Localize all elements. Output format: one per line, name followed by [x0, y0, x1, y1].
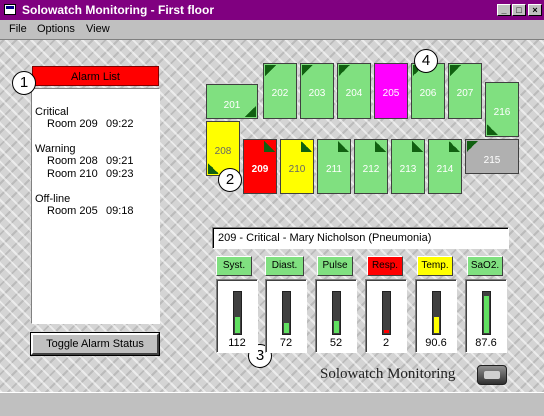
- room-corner-icon: [264, 141, 275, 152]
- room-corner-icon: [339, 65, 350, 76]
- room-213[interactable]: 213: [391, 139, 425, 194]
- room-corner-icon: [302, 65, 313, 76]
- alarm-entry-time: 09:21: [106, 155, 134, 167]
- room-207[interactable]: 207: [448, 63, 482, 119]
- callout-4: 4: [414, 49, 438, 73]
- room-corner-icon: [375, 141, 386, 152]
- room-corner-icon: [208, 163, 219, 174]
- alarm-group-warning: Warning: [35, 143, 76, 155]
- gauge-bar: [282, 291, 291, 335]
- menu-file[interactable]: File: [9, 23, 27, 35]
- vital-label-diast: Diast.: [265, 256, 304, 276]
- room-210[interactable]: 210: [280, 139, 314, 194]
- vital-value-diast: 72: [279, 337, 293, 349]
- room-corner-icon: [467, 141, 478, 152]
- room-215[interactable]: 215: [465, 139, 519, 174]
- vital-label-resp: Resp.: [367, 256, 403, 276]
- menu-view[interactable]: View: [86, 23, 110, 35]
- alarm-entry-room[interactable]: Room 208: [47, 155, 98, 167]
- app-window-icon: [4, 4, 16, 15]
- vital-value-temp: 90.6: [425, 337, 447, 349]
- vital-gauge-diast: 72: [265, 279, 307, 353]
- callout-2: 2: [218, 168, 242, 192]
- alarm-entry-room[interactable]: Room 205: [47, 205, 98, 217]
- vital-value-resp: 2: [382, 337, 390, 349]
- gauge-bar: [233, 291, 242, 335]
- gauge-fill: [484, 296, 489, 333]
- room-corner-icon: [301, 141, 312, 152]
- menu-options[interactable]: Options: [37, 23, 75, 35]
- close-button[interactable]: ×: [528, 4, 542, 16]
- room-corner-icon: [338, 141, 349, 152]
- room-205[interactable]: 205: [374, 63, 408, 119]
- vital-label-syst: Syst.: [216, 256, 252, 276]
- room-corner-icon: [245, 106, 256, 117]
- vital-gauge-pulse: 52: [315, 279, 357, 353]
- monitor-logo-icon: [477, 365, 507, 385]
- vital-gauge-resp: 2: [365, 279, 407, 353]
- room-208[interactable]: 208: [206, 121, 240, 176]
- title-bar: Solowatch Monitoring - First floor _ □ ×: [0, 0, 544, 20]
- alarm-entry-time: 09:23: [106, 168, 134, 180]
- gauge-fill: [284, 323, 289, 333]
- room-corner-icon: [450, 65, 461, 76]
- room-209[interactable]: 209: [243, 139, 277, 194]
- vital-value-syst: 112: [228, 337, 246, 349]
- gauge-fill: [334, 321, 339, 333]
- vital-gauge-syst: 112: [216, 279, 258, 353]
- room-211[interactable]: 211: [317, 139, 351, 194]
- minimize-button[interactable]: _: [497, 4, 511, 16]
- room-203[interactable]: 203: [300, 63, 334, 119]
- room-corner-icon: [487, 124, 498, 135]
- alarm-entry-time: 09:22: [106, 118, 134, 130]
- vital-gauge-sao2: 87.6: [465, 279, 507, 353]
- alarm-entry-room[interactable]: Room 210: [47, 168, 98, 180]
- maximize-button[interactable]: □: [512, 4, 526, 16]
- room-216[interactable]: 216: [485, 82, 519, 137]
- callout-1: 1: [12, 71, 36, 95]
- vital-label-pulse: Pulse: [317, 256, 353, 276]
- alarm-entry-room[interactable]: Room 209: [47, 118, 98, 130]
- room-201[interactable]: 201: [206, 84, 258, 119]
- room-corner-icon: [449, 141, 460, 152]
- room-corner-icon: [412, 141, 423, 152]
- gauge-fill: [384, 330, 389, 333]
- alarm-group-offline: Off-line: [35, 193, 71, 205]
- gauge-fill: [434, 317, 439, 333]
- menu-bar: File Options View: [0, 20, 544, 40]
- gauge-fill: [235, 317, 240, 333]
- vital-value-pulse: 52: [329, 337, 343, 349]
- selected-patient-field: 209 - Critical - Mary Nicholson (Pneumon…: [212, 227, 509, 249]
- toggle-alarm-status-button[interactable]: Toggle Alarm Status: [31, 333, 159, 355]
- room-202[interactable]: 202: [263, 63, 297, 119]
- gauge-bar: [332, 291, 341, 335]
- room-214[interactable]: 214: [428, 139, 462, 194]
- vital-label-sao2: SaO2.: [467, 256, 503, 276]
- alarm-entry-time: 09:18: [106, 205, 134, 217]
- gauge-bar: [482, 291, 491, 335]
- room-corner-icon: [265, 65, 276, 76]
- alarm-list-title: Alarm List: [32, 66, 159, 86]
- gauge-bar: [432, 291, 441, 335]
- alarm-list[interactable]: Critical Room 209 09:22 Warning Room 208…: [31, 88, 160, 324]
- gauge-bar: [382, 291, 391, 335]
- status-bar: [0, 392, 544, 416]
- vital-value-sao2: 87.6: [475, 337, 497, 349]
- alarm-group-critical: Critical: [35, 106, 69, 118]
- window-title: Solowatch Monitoring - First floor: [22, 3, 214, 17]
- room-212[interactable]: 212: [354, 139, 388, 194]
- vital-label-temp: Temp.: [417, 256, 453, 276]
- room-204[interactable]: 204: [337, 63, 371, 119]
- vital-gauge-temp: 90.6: [415, 279, 457, 353]
- brand-text: Solowatch Monitoring: [320, 366, 456, 382]
